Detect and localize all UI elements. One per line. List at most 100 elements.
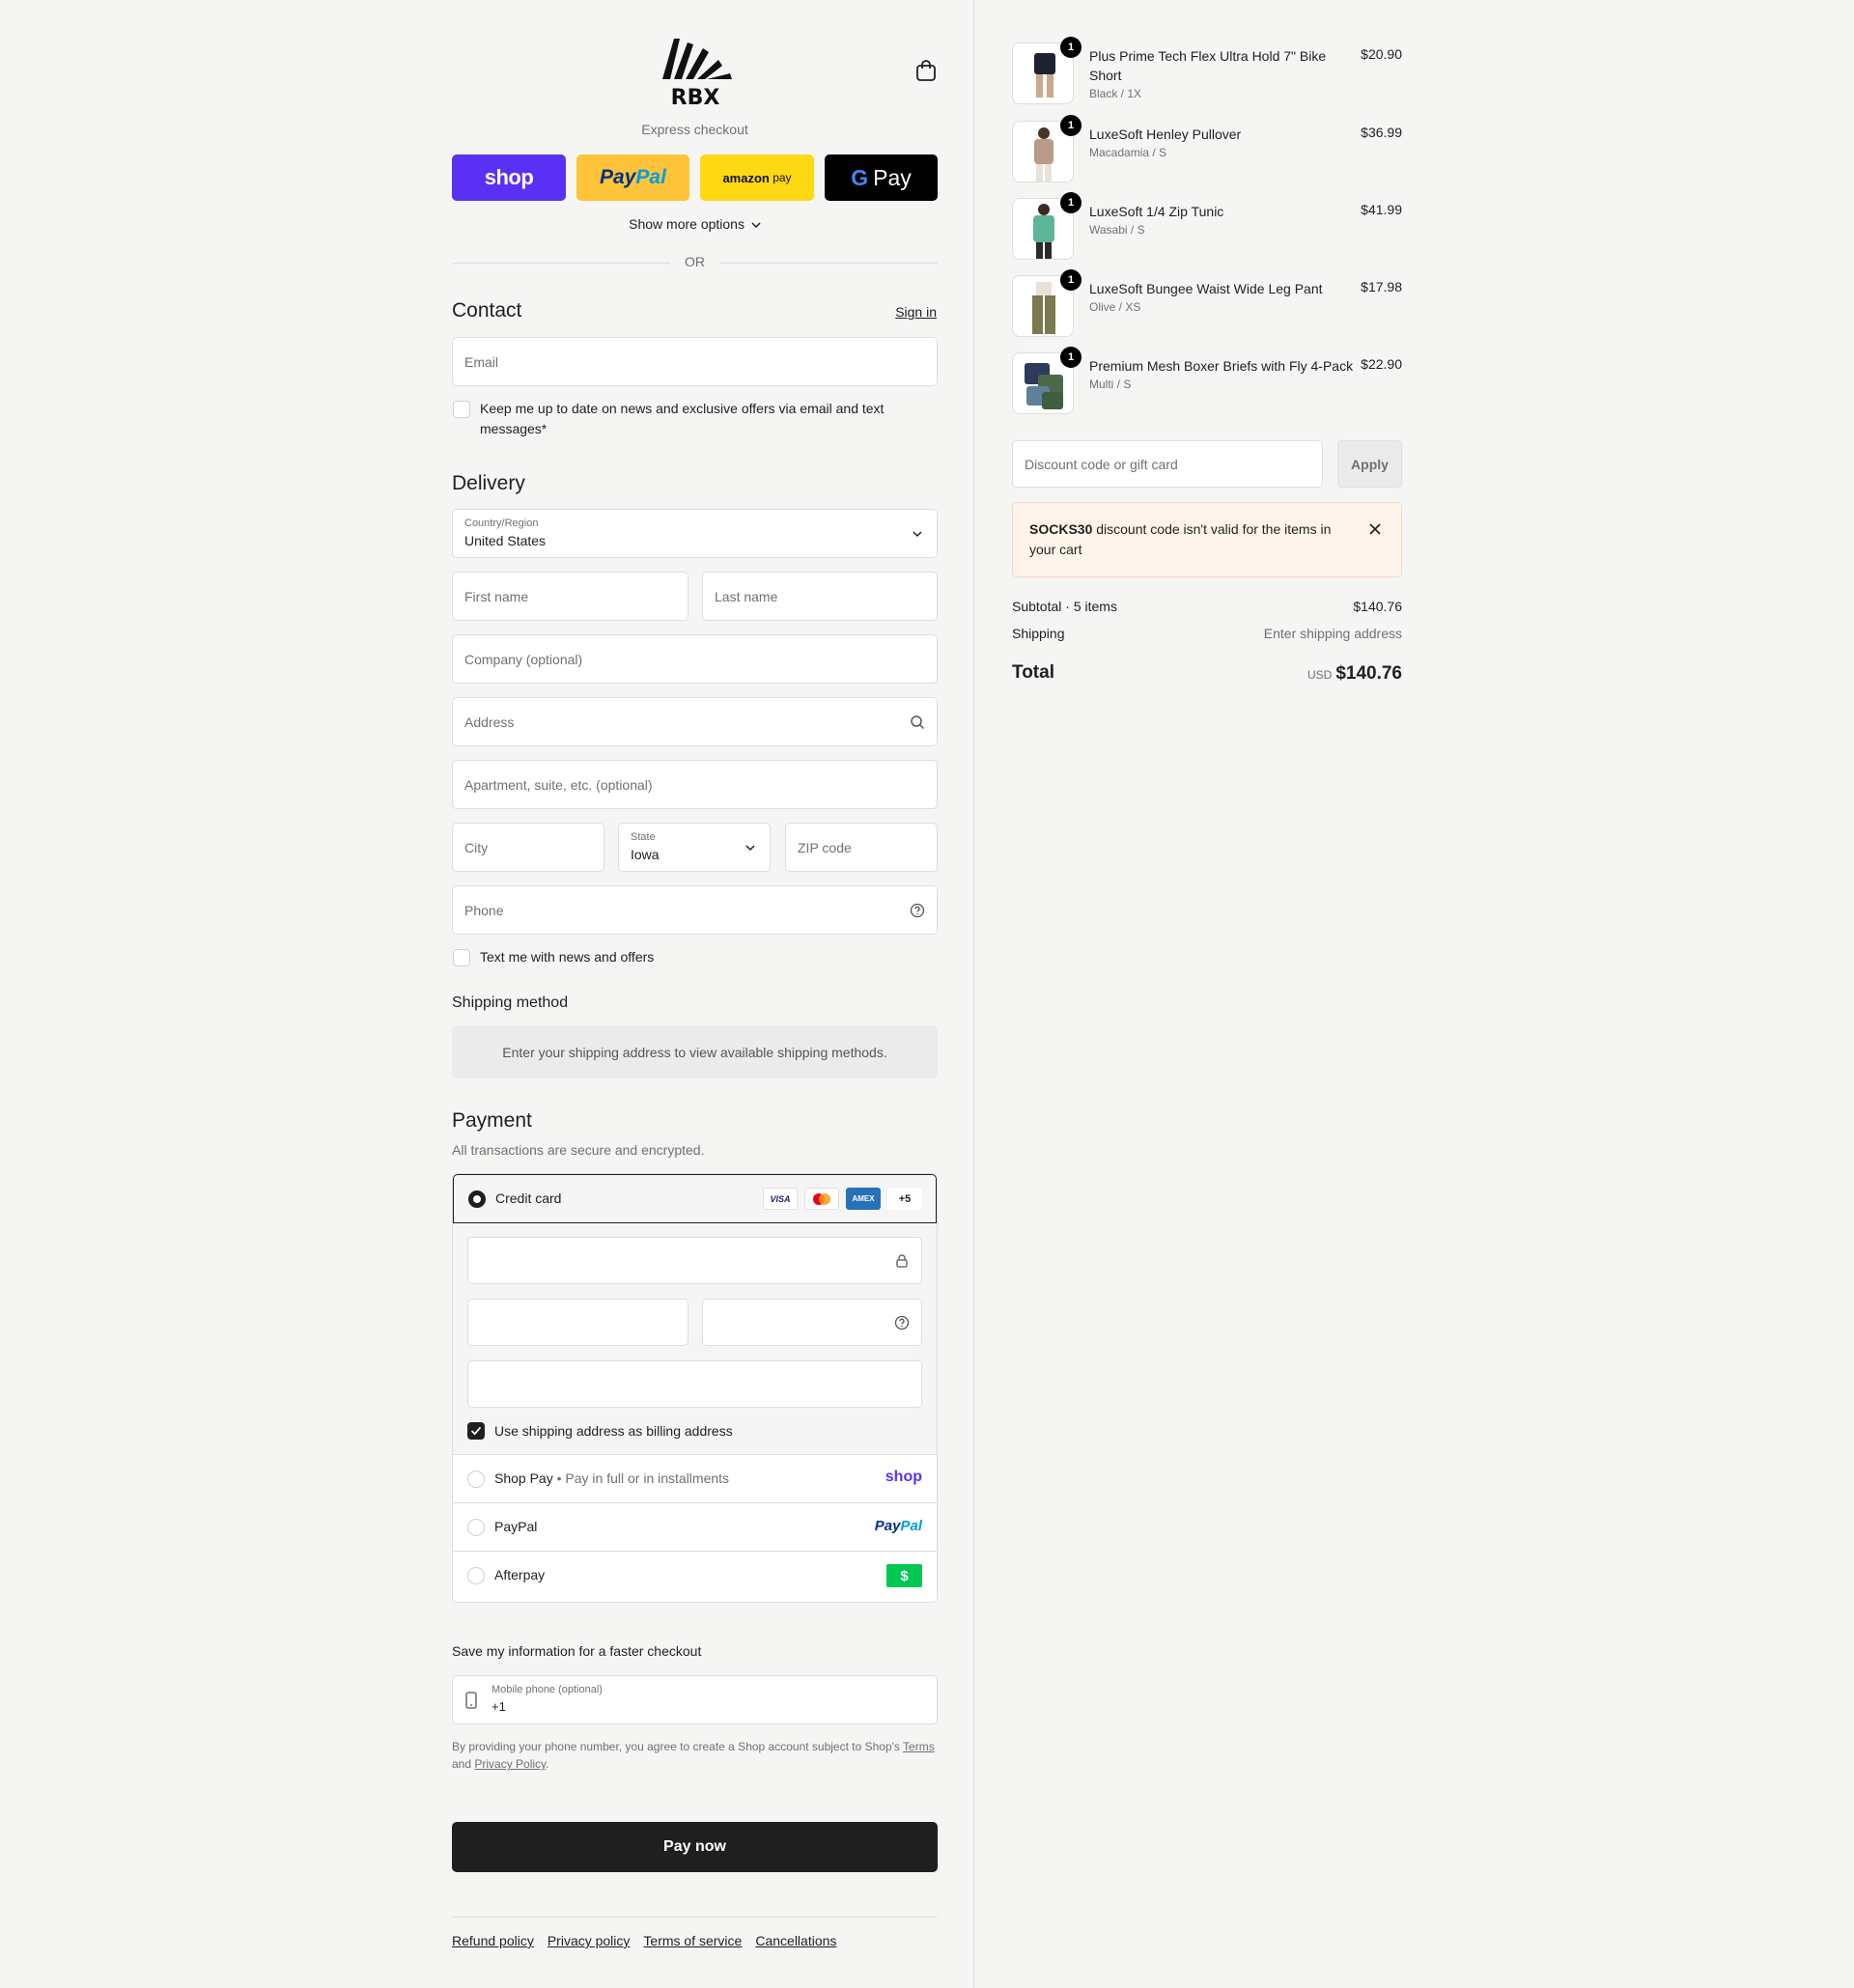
afterpay-option[interactable]: Afterpay $	[453, 1552, 937, 1600]
amex-icon: AMEX	[846, 1188, 881, 1210]
state-label: State	[631, 831, 656, 843]
sms-checkbox[interactable]	[453, 949, 470, 966]
discount-code-field[interactable]: Discount code or gift card	[1012, 440, 1323, 488]
last-name-field[interactable]: Last name	[702, 572, 938, 621]
city-placeholder: City	[464, 839, 489, 855]
google-pay-button[interactable]: G Pay	[825, 154, 938, 201]
terms-of-service-link[interactable]: Terms of service	[643, 1933, 742, 1948]
more-cards-badge: +5	[887, 1188, 922, 1210]
check-icon	[470, 1426, 482, 1436]
email-field[interactable]: Email	[452, 337, 938, 386]
apartment-placeholder: Apartment, suite, etc. (optional)	[464, 776, 653, 793]
chevron-down-icon	[745, 844, 755, 851]
credit-card-option[interactable]: Credit card VISA AMEX +5	[453, 1174, 937, 1223]
rbx-logo[interactable]: RBX	[657, 35, 734, 106]
zip-field[interactable]: ZIP code	[785, 823, 938, 872]
country-label: Country/Region	[464, 518, 539, 529]
card-number-field[interactable]	[467, 1237, 922, 1284]
total-value: $140.76	[1335, 663, 1402, 684]
discount-error-message: SOCKS30 discount code isn't valid for th…	[1029, 519, 1338, 560]
amazon-pay-button[interactable]: amazon pay	[700, 154, 814, 201]
or-text: OR	[685, 254, 705, 269]
paypal-logo-pal: Pal	[635, 166, 666, 188]
apartment-field[interactable]: Apartment, suite, etc. (optional)	[452, 760, 938, 809]
checkout-page: RBX Express checkout shop Pay Pal amazon …	[0, 0, 1854, 1988]
visa-icon: VISA	[763, 1188, 798, 1210]
privacy-policy-footer-link[interactable]: Privacy policy	[548, 1933, 631, 1948]
product-variant: Olive / XS	[1089, 300, 1141, 314]
afterpay-label: Afterpay	[494, 1567, 546, 1582]
paypal-radio[interactable]	[467, 1519, 485, 1536]
newsletter-checkbox[interactable]	[453, 401, 470, 418]
city-field[interactable]: City	[452, 823, 604, 872]
company-field[interactable]: Company (optional)	[452, 634, 938, 684]
security-code-field[interactable]	[702, 1299, 922, 1346]
shop-pay-description: Pay in full or in installments	[565, 1470, 730, 1486]
save-info-disclaimer: By providing your phone number, you agre…	[452, 1738, 938, 1773]
mobile-phone-field[interactable]: Mobile phone (optional) +1	[452, 1675, 938, 1724]
paypal-label: PayPal	[494, 1519, 538, 1534]
country-select[interactable]: Country/Region United States	[452, 509, 938, 558]
chevron-down-icon	[751, 222, 761, 229]
discount-code-placeholder: Discount code or gift card	[1025, 456, 1178, 472]
disclaimer-text: By providing your phone number, you agre…	[452, 1740, 900, 1753]
paypal-button[interactable]: Pay Pal	[576, 154, 689, 201]
state-select[interactable]: State Iowa	[618, 823, 771, 872]
payment-heading: Payment	[452, 1109, 532, 1132]
payment-subtitle: All transactions are secure and encrypte…	[452, 1142, 705, 1158]
address-field[interactable]: Address	[452, 697, 938, 746]
total-row: Total USD $140.76	[1012, 662, 1402, 687]
name-on-card-field[interactable]	[467, 1360, 922, 1408]
cancellations-link[interactable]: Cancellations	[755, 1933, 836, 1948]
shop-pay-logo: shop	[484, 165, 534, 189]
quantity-badge: 1	[1060, 269, 1082, 291]
disclaimer-and: and	[452, 1757, 472, 1771]
discount-error-banner: SOCKS30 discount code isn't valid for th…	[1012, 502, 1402, 577]
afterpay-radio[interactable]	[467, 1567, 485, 1584]
chevron-down-icon	[913, 530, 922, 537]
show-more-options-button[interactable]: Show more options	[452, 216, 938, 232]
subtotal-row: Subtotal · 5 items $140.76	[1012, 599, 1402, 614]
product-variant: Black / 1X	[1089, 87, 1142, 100]
refund-policy-link[interactable]: Refund policy	[452, 1933, 534, 1948]
first-name-field[interactable]: First name	[452, 572, 688, 621]
product-price: $20.90	[1361, 46, 1402, 62]
terms-link[interactable]: Terms	[903, 1740, 935, 1753]
pay-now-button[interactable]: Pay now	[452, 1822, 938, 1872]
shop-pay-button[interactable]: shop	[452, 154, 566, 201]
shipping-value: Enter shipping address	[1263, 626, 1402, 641]
help-icon[interactable]	[894, 1315, 910, 1330]
separator-dot: •	[552, 1470, 566, 1486]
shop-pay-option[interactable]: Shop Pay • Pay in full or in installment…	[453, 1455, 937, 1503]
phone-field[interactable]: Phone	[452, 885, 938, 935]
phone-placeholder: Phone	[464, 902, 504, 918]
apply-discount-button[interactable]: Apply	[1337, 440, 1402, 488]
shop-pay-radio[interactable]	[467, 1470, 485, 1488]
footer-links: Refund policy Privacy policy Terms of se…	[452, 1933, 836, 1948]
paypal-logo-pay: Pay	[874, 1518, 901, 1534]
contact-heading: Contact	[452, 299, 522, 322]
shopping-bag-icon[interactable]	[913, 58, 939, 83]
zip-placeholder: ZIP code	[798, 839, 852, 855]
shop-pay-logo: shop	[885, 1469, 922, 1485]
mobile-phone-icon	[465, 1692, 477, 1709]
product-price: $36.99	[1361, 125, 1402, 140]
product-variant: Multi / S	[1089, 378, 1132, 391]
privacy-policy-link[interactable]: Privacy Policy	[474, 1757, 546, 1771]
mobile-phone-label: Mobile phone (optional)	[492, 1684, 603, 1695]
paypal-logo: PayPal	[875, 1518, 922, 1534]
country-value: United States	[464, 533, 547, 548]
discount-code: SOCKS30	[1029, 521, 1093, 537]
close-icon[interactable]	[1368, 522, 1382, 536]
help-icon[interactable]	[910, 903, 925, 918]
sign-in-link[interactable]: Sign in	[895, 304, 937, 320]
paypal-option[interactable]: PayPal PayPal	[453, 1503, 937, 1552]
shipping-method-heading: Shipping method	[452, 994, 569, 1011]
product-name: Plus Prime Tech Flex Ultra Hold 7" Bike …	[1089, 48, 1327, 83]
subtotal-value: $140.76	[1353, 599, 1402, 614]
billing-same-checkbox[interactable]	[467, 1422, 485, 1440]
product-name: LuxeSoft Henley Pullover	[1089, 126, 1242, 142]
expiration-field[interactable]	[467, 1299, 688, 1346]
credit-card-radio[interactable]	[468, 1190, 486, 1208]
footer-divider	[452, 1917, 938, 1918]
